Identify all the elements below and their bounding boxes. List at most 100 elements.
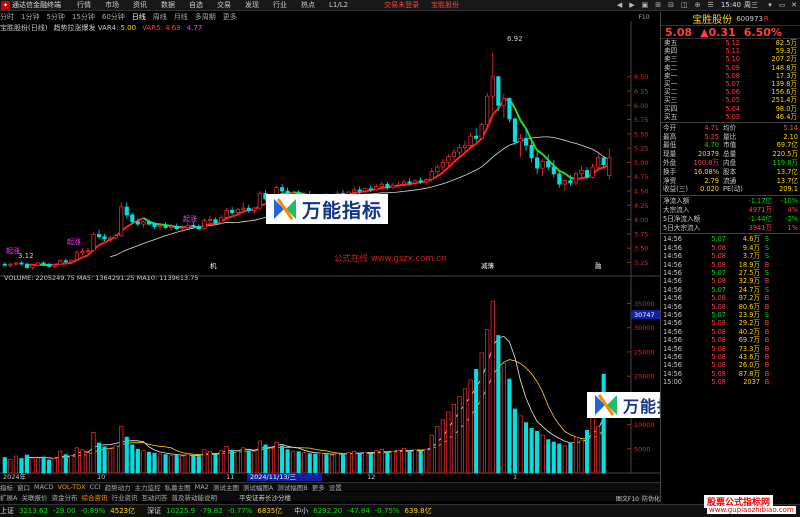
tick-list[interactable]: 14:56 5.07 4.6万 S 14:56 5.08 9.4万 S 14:56 5.08 3.7… xyxy=(661,235,800,386)
login-status-link[interactable]: 交易未登录 xyxy=(384,0,419,10)
menu-item[interactable]: 行业 xyxy=(273,0,287,10)
bid-row: 买五 5.03 46.4万 xyxy=(661,113,800,121)
tick-row[interactable]: 14:56 5.08 40.2万 B xyxy=(661,328,800,336)
indicator-tab[interactable]: 窗口 xyxy=(17,483,30,491)
tick-time: 14:56 xyxy=(663,369,683,378)
tick-row[interactable]: 14:56 5.08 73.3万 B xyxy=(661,345,800,353)
quote-value: 13.7亿 xyxy=(776,176,798,185)
tick-row[interactable]: 14:56 5.08 43.6万 B xyxy=(661,353,800,361)
tick-row[interactable]: 14:56 5.08 87.8万 B xyxy=(661,370,800,378)
indicator-tab[interactable]: MA2 xyxy=(195,483,209,491)
info-tab[interactable]: 综合资讯 xyxy=(81,492,107,502)
app-title: 通达信金融终端 xyxy=(12,1,61,9)
tick-row[interactable]: 14:56 5.08 97.2万 B xyxy=(661,294,800,302)
current-stock-link[interactable]: 宝胜股份 xyxy=(431,0,459,10)
menu-item[interactable]: 发现 xyxy=(245,0,259,10)
tick-row[interactable]: 14:56 5.08 18.9万 B xyxy=(661,261,800,269)
candle-body xyxy=(374,186,379,191)
info-tab[interactable]: 互动问答 xyxy=(141,492,167,502)
ask-price: 5.08 xyxy=(725,71,740,80)
tick-row[interactable]: 14:56 5.08 69.7万 B xyxy=(661,336,800,344)
minimize-icon[interactable]: ▾ xyxy=(764,1,776,9)
tick-row[interactable]: 14:56 5.07 23.9万 S xyxy=(661,311,800,319)
forward-icon[interactable]: ▶ xyxy=(629,1,634,9)
tick-row[interactable]: 14:56 5.08 32.9万 B xyxy=(661,277,800,285)
quote-row: 外盘 100.8万 内盘 119.8万 xyxy=(661,159,800,168)
event-marker: 融 xyxy=(595,261,602,270)
tick-row[interactable]: 14:56 5.07 4.6万 S xyxy=(661,235,800,243)
panel-tab[interactable]: 防伪化 xyxy=(642,494,660,503)
panel-icon[interactable]: ◫ xyxy=(681,1,688,9)
volume-bar xyxy=(440,419,445,474)
candle-body xyxy=(63,260,68,263)
indicator-tab[interactable]: 测试幅图A xyxy=(243,483,273,491)
menu-item[interactable]: 交易 xyxy=(217,0,231,10)
tick-row[interactable]: 14:56 5.08 29.2万 B xyxy=(661,319,800,327)
tick-volume: 43.6万 xyxy=(738,352,760,361)
event-marker: 减薄 xyxy=(481,261,495,270)
indicator-tab[interactable]: 趋势动力 xyxy=(105,483,131,491)
quote-label: 今开 xyxy=(663,123,677,132)
info-tab[interactable]: 行业资讯 xyxy=(111,492,137,502)
volume-bar xyxy=(568,442,573,474)
tick-row[interactable]: 14:56 5.07 24.7万 S xyxy=(661,286,800,294)
grid-icon[interactable]: ⊞ xyxy=(655,1,661,9)
candle-body xyxy=(169,226,174,228)
indicator-tab[interactable]: 指标 xyxy=(0,483,13,491)
info-tab[interactable]: 关联报价 xyxy=(21,492,47,502)
back-icon[interactable]: ◀ xyxy=(617,1,622,9)
add-icon[interactable]: ⊕ xyxy=(695,1,701,9)
menu-item[interactable]: 自选 xyxy=(189,0,203,10)
quote-row: 换手 16.08% 股本 13.7亿 xyxy=(661,168,800,177)
indicator-tab[interactable]: MACD xyxy=(34,483,53,491)
tick-time: 14:56 xyxy=(663,269,683,277)
indicator-tab[interactable]: 测试主图 xyxy=(213,483,239,491)
volume-bar xyxy=(69,455,74,474)
indicator-tab[interactable]: VOL-TDX xyxy=(57,483,85,491)
tick-row[interactable]: 14:56 5.08 26.0万 B xyxy=(661,361,800,369)
watermark-icon xyxy=(595,394,617,416)
menu-item[interactable]: 热点 xyxy=(301,0,315,10)
indicator-tab[interactable]: 主力监控 xyxy=(135,483,161,491)
menu-item[interactable]: L1/L2 xyxy=(329,1,348,9)
volume-bar xyxy=(573,436,579,474)
tick-row[interactable]: 14:56 5.08 9.4万 S xyxy=(661,244,800,252)
volume-bar xyxy=(340,453,346,474)
split-icon[interactable]: ⊟ xyxy=(668,1,674,9)
index-name[interactable]: 中小 xyxy=(294,506,308,516)
tick-row[interactable]: 15:00 5.08 2037 B xyxy=(661,378,800,386)
indicator-tab[interactable]: 更多 xyxy=(312,483,325,491)
info-tab[interactable]: 扩展A xyxy=(0,492,17,502)
kline-chart[interactable]: 6.92 3.12 起涨 起涨 起涨 VOLUME: 2205249.75 MA… xyxy=(0,21,660,481)
volume-bar xyxy=(474,369,479,474)
price-tick-label: 6.50 xyxy=(634,73,648,81)
indicator-name[interactable]: 趋势拉涨爆发 VAR4: xyxy=(53,23,118,32)
indicator-tab[interactable]: 设置 xyxy=(329,483,342,491)
tick-row[interactable]: 14:56 5.07 27.5万 S xyxy=(661,269,800,277)
indicator-tab[interactable]: 私募主图 xyxy=(165,483,191,491)
menu-icon[interactable]: ☰ xyxy=(708,1,714,9)
menu-item[interactable]: 资讯 xyxy=(133,0,147,10)
menu-item[interactable]: 行情 xyxy=(77,0,91,10)
index-name[interactable]: 深证 xyxy=(147,506,161,516)
chart-grid xyxy=(0,21,660,474)
index-amount: 639.8亿 xyxy=(404,507,432,515)
maximize-icon[interactable]: ▭ xyxy=(776,1,788,9)
trend-line-segment xyxy=(98,241,106,247)
volume-bar xyxy=(35,457,41,474)
close-icon[interactable]: ✕ xyxy=(788,1,800,9)
indicator-tab[interactable]: CCI xyxy=(90,483,101,491)
panel-tab[interactable]: 图文F10 xyxy=(616,494,639,503)
menu-item[interactable]: 市场 xyxy=(105,0,119,10)
menu-item[interactable]: 数据 xyxy=(161,0,175,10)
info-tab[interactable]: 普及新动能说明 xyxy=(171,492,217,502)
bid-row: 买二 5.06 156.6万 xyxy=(661,88,800,96)
index-name[interactable]: 上证 xyxy=(0,506,14,516)
tick-row[interactable]: 14:56 5.08 3.7万 S xyxy=(661,252,800,260)
window-icon[interactable]: ▣ xyxy=(642,1,649,9)
candle-body xyxy=(535,157,540,169)
info-tab[interactable]: 资金分布 xyxy=(51,492,77,502)
volume-bar xyxy=(124,436,129,474)
indicator-tab[interactable]: 测试幅图B xyxy=(277,483,307,491)
tick-row[interactable]: 14:56 5.08 80.6万 B xyxy=(661,303,800,311)
